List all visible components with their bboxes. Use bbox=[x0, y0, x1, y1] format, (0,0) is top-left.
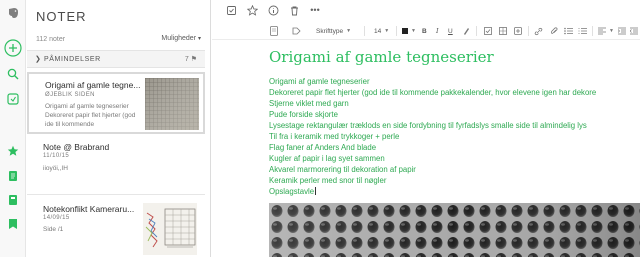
note-list-title: NOTER bbox=[36, 9, 87, 24]
note-editor: ••• Skrifttype ▼ 14 ▼ ▼ B I U ▼ Origami … bbox=[212, 0, 640, 257]
body-line: Stjerne viklet med garn bbox=[269, 99, 349, 108]
note-thumbnail-image bbox=[143, 203, 197, 255]
align-dropdown[interactable]: ▼ bbox=[598, 25, 614, 37]
embedded-perforated-metal-image[interactable] bbox=[269, 203, 640, 257]
indent-icon[interactable] bbox=[618, 25, 626, 37]
bold-button[interactable]: B bbox=[422, 25, 427, 37]
chevron-right-icon[interactable]: ❯ bbox=[35, 55, 41, 63]
note-card-snippet: Side /1 bbox=[43, 226, 64, 233]
body-line: Til fra i keramik med trykkoger + perle bbox=[269, 132, 400, 141]
note-count: 112 noter bbox=[36, 36, 66, 43]
info-icon[interactable] bbox=[266, 3, 280, 17]
note-card-date: 11/10/15 bbox=[43, 153, 70, 159]
body-line: Origami af gamle tegneserier bbox=[269, 77, 370, 86]
note-card-date: ØJEBLIK SIDEN bbox=[45, 92, 95, 98]
note-card-title: Notekonflikt Kameraru... bbox=[43, 204, 135, 214]
chevron-down-icon: ▼ bbox=[609, 28, 614, 34]
chevron-down-icon: ▼ bbox=[346, 28, 352, 34]
body-line: Flag faner af Anders And blade bbox=[269, 143, 377, 152]
note-thumbnail-image bbox=[145, 78, 199, 130]
toolbar-divider bbox=[396, 26, 397, 36]
search-icon[interactable] bbox=[0, 64, 26, 84]
insert-icon[interactable] bbox=[514, 25, 522, 37]
note-card-date: 14/09/15 bbox=[43, 215, 70, 221]
chevron-down-icon: ▼ bbox=[384, 28, 390, 34]
note-list-panel: NOTER 112 noter Muligheder ▾ ❯ PÅMINDELS… bbox=[27, 0, 211, 257]
shortcut-star-icon[interactable] bbox=[245, 3, 259, 17]
link-icon[interactable] bbox=[534, 25, 543, 37]
font-family-dropdown[interactable]: Skrifttype ▼ bbox=[316, 25, 351, 37]
toolbar-divider bbox=[364, 26, 365, 36]
note-card-title: Note @ Brabrand bbox=[43, 142, 110, 152]
toolbar-divider bbox=[528, 26, 529, 36]
align-left-icon bbox=[598, 27, 606, 35]
body-line-with-caret: Opslagstavle bbox=[269, 186, 640, 197]
checkbox-icon[interactable] bbox=[484, 25, 492, 37]
text-caret bbox=[315, 187, 317, 195]
reminder-alarm-icon[interactable] bbox=[224, 3, 238, 17]
note-card-title: Origami af gamle tegne... bbox=[45, 80, 141, 90]
more-options-icon[interactable]: ••• bbox=[308, 3, 322, 17]
body-line: Pude forside skjorte bbox=[269, 110, 338, 119]
reminders-label: PÅMINDELSER bbox=[44, 56, 101, 63]
text-color-swatch-icon bbox=[402, 28, 408, 34]
tags-icon[interactable] bbox=[0, 214, 26, 234]
underline-button[interactable]: U bbox=[448, 25, 453, 37]
body-line: Kugler af papir i lag syet sammen bbox=[269, 154, 385, 163]
note-card[interactable]: Note @ Brabrand 11/10/15 iioyöi,,IH bbox=[27, 136, 205, 195]
note-card[interactable]: Origami af gamle tegne... ØJEBLIK SIDEN … bbox=[27, 72, 205, 134]
formatting-toolbar: Skrifttype ▼ 14 ▼ ▼ B I U ▼ bbox=[212, 22, 640, 40]
outdent-icon[interactable] bbox=[630, 25, 638, 37]
notebook-icon[interactable] bbox=[270, 25, 278, 37]
list-options-label: Muligheder bbox=[161, 35, 197, 42]
list-options-dropdown[interactable]: Muligheder ▾ bbox=[161, 35, 201, 42]
reminders-section[interactable]: ❯ PÅMINDELSER 7 ⚑ bbox=[27, 50, 205, 68]
font-size-dropdown[interactable]: 14 ▼ bbox=[374, 25, 389, 37]
tag-icon[interactable] bbox=[292, 25, 301, 37]
reminders-count: 7 ⚑ bbox=[184, 56, 197, 63]
italic-button[interactable]: I bbox=[436, 25, 439, 37]
trash-icon[interactable] bbox=[287, 3, 301, 17]
note-body[interactable]: Origami af gamle tegneserier Dekoreret p… bbox=[269, 76, 640, 197]
shortcuts-star-icon[interactable] bbox=[0, 141, 26, 161]
toolbar-divider bbox=[592, 26, 593, 36]
body-line: Lysestage rektangulær træklods en side f… bbox=[269, 121, 587, 130]
body-line: Akvarel marmorering til dekoration af pa… bbox=[269, 165, 416, 174]
font-family-value: Skrifttype bbox=[316, 27, 344, 35]
toolbar-divider bbox=[476, 26, 477, 36]
note-actions-bar: ••• bbox=[212, 0, 640, 20]
notebooks-icon[interactable] bbox=[0, 190, 26, 210]
navigation-rail bbox=[0, 0, 26, 257]
elephant-logo-icon[interactable] bbox=[0, 3, 26, 23]
note-title[interactable]: Origami af gamle tegneserier bbox=[269, 48, 494, 66]
table-icon[interactable] bbox=[499, 25, 507, 37]
font-size-value: 14 bbox=[374, 27, 382, 35]
notes-icon[interactable] bbox=[0, 166, 26, 186]
chevron-down-icon: ▾ bbox=[197, 36, 201, 42]
chevron-down-icon: ▼ bbox=[411, 28, 416, 34]
note-card-snippet: iioyöi,,IH bbox=[43, 165, 68, 172]
attachment-icon[interactable] bbox=[550, 25, 559, 37]
note-card-snippet: Origami af gamle tegneserier Dekoreret p… bbox=[45, 103, 136, 128]
note-card[interactable]: Notekonflikt Kameraru... 14/09/15 Side /… bbox=[27, 196, 205, 257]
numbered-list-icon[interactable] bbox=[578, 25, 587, 37]
body-line: Dekoreret papir flet hjerter (god ide ti… bbox=[269, 88, 597, 97]
work-chat-icon[interactable] bbox=[0, 89, 26, 109]
bulleted-list-icon[interactable] bbox=[564, 25, 573, 37]
text-color-dropdown[interactable]: ▼ bbox=[402, 25, 416, 37]
highlight-icon[interactable] bbox=[462, 25, 470, 37]
body-line-text: Opslagstavle bbox=[269, 187, 315, 196]
new-note-icon[interactable] bbox=[0, 38, 26, 58]
body-line: Keramik perler med snor til nøgler bbox=[269, 176, 387, 185]
